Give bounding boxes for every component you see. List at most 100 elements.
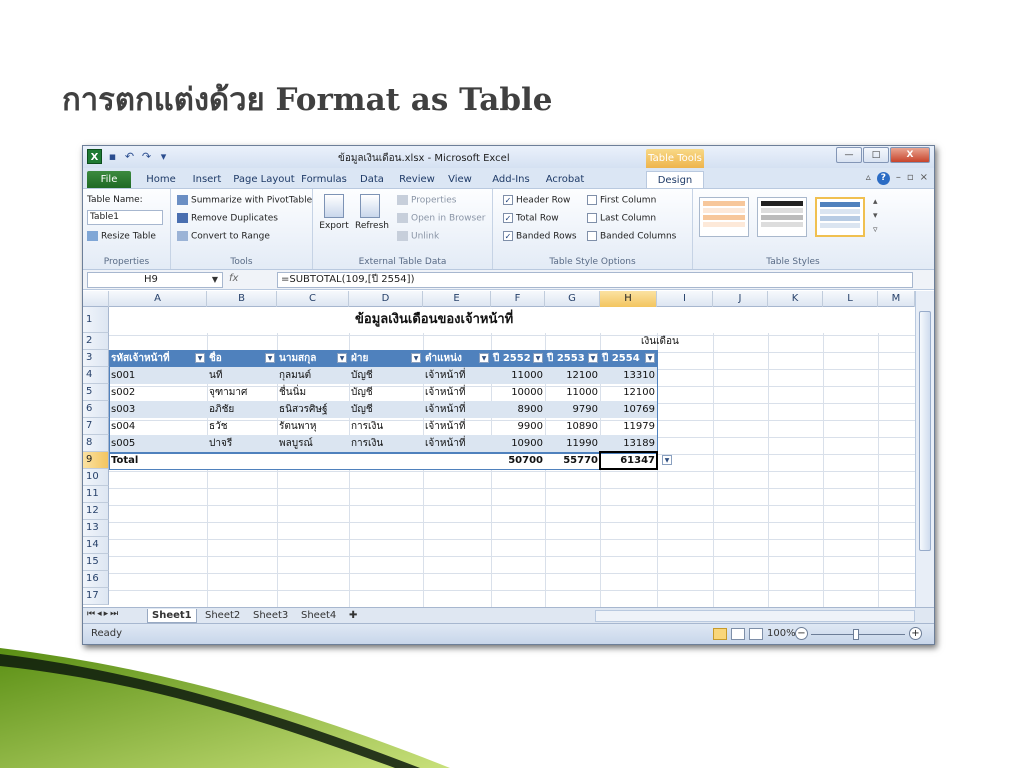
redo-icon[interactable]: ↷ bbox=[140, 150, 153, 163]
convert-to-range-button[interactable]: Convert to Range bbox=[177, 231, 270, 242]
header-id[interactable]: รหัสเจ้าหน้าที่ ▼ bbox=[109, 350, 207, 367]
horizontal-scrollbar[interactable] bbox=[595, 610, 915, 622]
row-header-10[interactable]: 10 bbox=[83, 469, 109, 486]
header-year-2552[interactable]: ปี 2552 ▼ bbox=[491, 350, 545, 367]
styles-scroll-up-icon[interactable]: ▴ bbox=[873, 197, 878, 207]
row-header-11[interactable]: 11 bbox=[83, 486, 109, 503]
tab-page-layout[interactable]: Page Layout bbox=[233, 171, 295, 188]
sheet-tab-3[interactable]: Sheet3 bbox=[249, 609, 292, 623]
column-header-a[interactable]: A bbox=[109, 291, 207, 307]
sheet-tab-4[interactable]: Sheet4 bbox=[297, 609, 340, 623]
cell-department[interactable]: การเงิน bbox=[349, 435, 423, 452]
tab-acrobat[interactable]: Acrobat bbox=[541, 171, 589, 188]
cell-salary-2554[interactable]: 11979 bbox=[600, 418, 657, 435]
header-position[interactable]: ตำแหน่ง ▼ bbox=[423, 350, 491, 367]
column-header-h[interactable]: H bbox=[600, 291, 657, 307]
banded-columns-checkbox[interactable]: Banded Columns bbox=[587, 231, 676, 242]
close-button[interactable]: X bbox=[890, 147, 930, 163]
column-header-g[interactable]: G bbox=[545, 291, 600, 307]
tab-add-ins[interactable]: Add-Ins bbox=[487, 171, 535, 188]
workbook-restore-icon[interactable]: ▫ bbox=[907, 172, 914, 185]
cell-salary-2552[interactable]: 11000 bbox=[491, 367, 545, 384]
column-header-e[interactable]: E bbox=[423, 291, 491, 307]
cell-salary-2552[interactable]: 8900 bbox=[491, 401, 545, 418]
sheet-tab-2[interactable]: Sheet2 bbox=[201, 609, 244, 623]
cell-department[interactable]: การเงิน bbox=[349, 418, 423, 435]
zoom-in-icon[interactable]: + bbox=[909, 627, 922, 640]
tab-file[interactable]: File bbox=[87, 171, 131, 188]
workbook-minimize-icon[interactable]: – bbox=[896, 172, 901, 185]
workbook-close-icon[interactable]: × bbox=[920, 172, 928, 185]
cell-salary-2554[interactable]: 12100 bbox=[600, 384, 657, 401]
banded-rows-checkbox[interactable]: ✓ Banded Rows bbox=[503, 231, 577, 242]
sheet-tab-1[interactable]: Sheet1 bbox=[147, 609, 197, 623]
customize-toolbar-icon[interactable]: ▾ bbox=[157, 150, 170, 163]
column-header-j[interactable]: J bbox=[713, 291, 768, 307]
row-header-9[interactable]: 9 bbox=[83, 452, 109, 469]
formula-input[interactable]: =SUBTOTAL(109,[ปี 2554]) bbox=[277, 272, 913, 288]
zoom-level[interactable]: 100% bbox=[767, 628, 796, 639]
table-style-blue-swatch[interactable] bbox=[815, 197, 865, 237]
external-properties-button[interactable]: Properties bbox=[397, 195, 456, 206]
header-first-name[interactable]: ชื่อ ▼ bbox=[207, 350, 277, 367]
normal-view-icon[interactable] bbox=[713, 628, 727, 640]
styles-scroll-down-icon[interactable]: ▾ bbox=[873, 211, 878, 221]
cell-position[interactable]: เจ้าหน้าที่ bbox=[423, 384, 491, 401]
header-year-2553[interactable]: ปี 2553 ▼ bbox=[545, 350, 600, 367]
cell-position[interactable]: เจ้าหน้าที่ bbox=[423, 418, 491, 435]
tab-insert[interactable]: Insert bbox=[187, 171, 227, 188]
page-layout-view-icon[interactable] bbox=[731, 628, 745, 640]
column-header-d[interactable]: D bbox=[349, 291, 423, 307]
row-header-7[interactable]: 7 bbox=[83, 418, 109, 435]
cell-position[interactable]: เจ้าหน้าที่ bbox=[423, 435, 491, 452]
name-box-dropdown-icon[interactable]: ▼ bbox=[212, 273, 218, 287]
tab-design[interactable]: Design bbox=[646, 171, 704, 188]
row-header-1[interactable]: 1 bbox=[83, 307, 109, 333]
help-icon[interactable]: ? bbox=[876, 172, 890, 185]
export-button[interactable]: Export bbox=[319, 194, 349, 231]
tab-home[interactable]: Home bbox=[141, 171, 181, 188]
cell-last-name[interactable]: กุลมนต์ bbox=[277, 367, 349, 384]
cell-first-name[interactable]: จุฑามาศ bbox=[207, 384, 277, 401]
cell-last-name[interactable]: ธนิสวรศิษฐ์ bbox=[277, 401, 349, 418]
cell-last-name[interactable]: รัตนพาหุ bbox=[277, 418, 349, 435]
column-header-k[interactable]: K bbox=[768, 291, 823, 307]
last-column-checkbox[interactable]: Last Column bbox=[587, 213, 656, 224]
filter-dropdown-icon[interactable]: ▼ bbox=[588, 353, 598, 363]
row-header-5[interactable]: 5 bbox=[83, 384, 109, 401]
column-header-i[interactable]: I bbox=[657, 291, 713, 307]
restore-button[interactable]: □ bbox=[863, 147, 889, 163]
row-header-13[interactable]: 13 bbox=[83, 520, 109, 537]
cell-salary-2553[interactable]: 12100 bbox=[545, 367, 600, 384]
cell-department[interactable]: บัญชี bbox=[349, 401, 423, 418]
filter-dropdown-icon[interactable]: ▼ bbox=[195, 353, 205, 363]
cell-salary-2552[interactable]: 9900 bbox=[491, 418, 545, 435]
cell-first-name[interactable]: อภิชัย bbox=[207, 401, 277, 418]
row-header-4[interactable]: 4 bbox=[83, 367, 109, 384]
fx-icon[interactable]: fx bbox=[229, 273, 238, 284]
column-header-f[interactable]: F bbox=[491, 291, 545, 307]
cell-position[interactable]: เจ้าหน้าที่ bbox=[423, 367, 491, 384]
cell-first-name[interactable]: ปาจรี bbox=[207, 435, 277, 452]
tab-data[interactable]: Data bbox=[355, 171, 389, 188]
row-header-6[interactable]: 6 bbox=[83, 401, 109, 418]
cell-salary-2553[interactable]: 10890 bbox=[545, 418, 600, 435]
resize-table-button[interactable]: Resize Table bbox=[87, 231, 156, 242]
cell-salary-2553[interactable]: 11000 bbox=[545, 384, 600, 401]
table-style-orange-swatch[interactable] bbox=[699, 197, 749, 237]
row-header-8[interactable]: 8 bbox=[83, 435, 109, 452]
cell-id[interactable]: s003 bbox=[109, 401, 207, 418]
tab-review[interactable]: Review bbox=[395, 171, 439, 188]
header-year-2554[interactable]: ปี 2554 ▼ bbox=[600, 350, 657, 367]
filter-dropdown-icon[interactable]: ▼ bbox=[411, 353, 421, 363]
cell-salary-2552[interactable]: 10000 bbox=[491, 384, 545, 401]
cell-salary-2554[interactable]: 13310 bbox=[600, 367, 657, 384]
insert-sheet-icon[interactable]: ✚ bbox=[345, 609, 361, 623]
filter-dropdown-icon[interactable]: ▼ bbox=[645, 353, 655, 363]
vertical-scrollbar[interactable] bbox=[915, 291, 934, 607]
cell-id[interactable]: s001 bbox=[109, 367, 207, 384]
column-header-b[interactable]: B bbox=[207, 291, 277, 307]
cell-id[interactable]: s002 bbox=[109, 384, 207, 401]
undo-icon[interactable]: ↶ bbox=[123, 150, 136, 163]
total-label[interactable]: Total bbox=[109, 452, 207, 469]
